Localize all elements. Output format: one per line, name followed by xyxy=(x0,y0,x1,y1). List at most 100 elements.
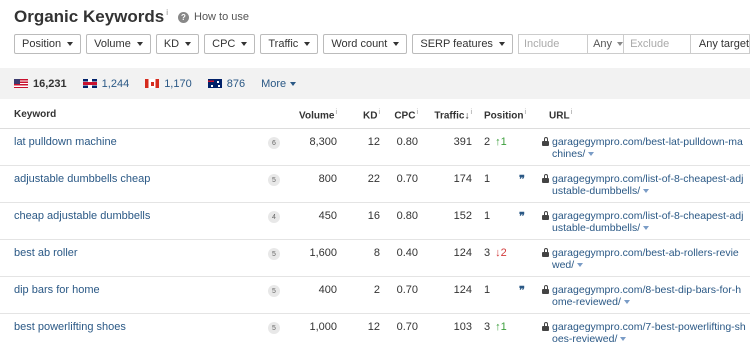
page-title: Organic Keywords xyxy=(14,7,165,26)
position-change: ↓2 xyxy=(495,246,507,259)
table-row: dip bars for home 5 400 2 0.70 124 1 ❞ garagegym… xyxy=(0,276,750,314)
position-cell: 1 xyxy=(472,165,519,203)
chevron-down-icon[interactable] xyxy=(588,151,595,156)
position-value: 2 xyxy=(484,135,491,148)
url-link[interactable]: garagegympro.com/list-of-8-cheapest-adju… xyxy=(552,210,743,234)
exclude-input[interactable]: Exclude xyxy=(624,34,691,54)
filter-cpc-button[interactable]: CPC xyxy=(204,34,256,54)
filter-traffic-button[interactable]: Traffic xyxy=(260,34,319,54)
cpc-cell: 0.70 xyxy=(380,165,418,203)
url-link[interactable]: garagegympro.com/list-of-8-cheapest-adju… xyxy=(552,173,743,197)
info-icon[interactable]: i xyxy=(378,109,380,116)
lock-icon xyxy=(542,321,549,331)
cpc-cell: 0.70 xyxy=(380,276,418,314)
filter-kd-button[interactable]: KD xyxy=(155,34,200,54)
info-icon[interactable]: i xyxy=(416,109,418,116)
any-target-select[interactable]: Any target xyxy=(690,34,750,54)
page-header: Organic Keywords i ? How to use xyxy=(14,6,249,28)
info-icon[interactable]: i xyxy=(335,109,337,116)
chevron-down-icon[interactable] xyxy=(643,225,650,230)
au-flag-icon xyxy=(207,79,222,88)
info-icon[interactable]: i xyxy=(470,109,472,116)
feature-cell xyxy=(519,313,538,350)
table-header-row: Keyword Volumei KDi CPCi Traffic↓i Posit… xyxy=(0,102,750,129)
url-link[interactable]: garagegympro.com/8-best-dip-bars-for-hom… xyxy=(552,284,741,308)
info-icon[interactable]: i xyxy=(571,109,573,116)
country-uk[interactable]: 1,244 xyxy=(82,77,130,90)
url-link[interactable]: garagegympro.com/best-lat-pulldown-machi… xyxy=(552,136,743,160)
chevron-down-icon xyxy=(67,42,74,46)
serp-count-badge[interactable]: 6 xyxy=(268,137,280,149)
chevron-down-icon[interactable] xyxy=(623,299,630,304)
position-value: 1 xyxy=(484,283,491,296)
cpc-column-header[interactable]: CPCi xyxy=(380,102,418,129)
filter-serp-features-button[interactable]: SERP features xyxy=(412,34,513,54)
chevron-down-icon[interactable] xyxy=(620,336,627,341)
position-column-header[interactable]: Positioni xyxy=(472,102,526,129)
chevron-down-icon xyxy=(136,42,143,46)
serp-count-badge[interactable]: 5 xyxy=(268,174,280,186)
serp-column-header xyxy=(268,102,295,129)
question-icon: ? xyxy=(178,11,189,23)
position-change: ↑1 xyxy=(495,135,507,148)
how-to-use-link[interactable]: ? How to use xyxy=(178,11,249,23)
filter-bar: Position Volume KD CPC Traffic Word coun… xyxy=(14,34,750,54)
serp-count-badge[interactable]: 5 xyxy=(268,285,280,297)
traffic-column-header[interactable]: Traffic↓i xyxy=(418,102,472,129)
chevron-down-icon xyxy=(304,42,311,46)
title-info-icon[interactable]: i xyxy=(166,8,168,17)
position-cell: 2 ↑1 xyxy=(472,128,519,166)
keyword-link[interactable]: adjustable dumbbells cheap xyxy=(14,173,150,185)
cpc-cell: 0.80 xyxy=(380,202,418,240)
volume-cell: 800 xyxy=(295,165,337,203)
chevron-down-icon xyxy=(241,42,248,46)
keyword-link[interactable]: best ab roller xyxy=(14,247,78,259)
keyword-link[interactable]: lat pulldown machine xyxy=(14,136,117,148)
url-cell: garagegympro.com/best-lat-pulldown-machi… xyxy=(538,128,750,166)
table-row: cheap adjustable dumbbells 4 450 16 0.80 152 1… xyxy=(0,202,750,240)
country-ca[interactable]: 1,170 xyxy=(145,78,192,90)
serp-count-badge[interactable]: 4 xyxy=(268,211,280,223)
country-count: 1,170 xyxy=(164,77,192,90)
volume-column-header[interactable]: Volumei xyxy=(295,102,337,129)
chevron-down-icon[interactable] xyxy=(643,188,650,193)
chevron-down-icon xyxy=(185,42,192,46)
more-countries-button[interactable]: More xyxy=(261,78,297,90)
country-us[interactable]: 16,231 xyxy=(14,78,67,90)
kd-cell: 16 xyxy=(337,202,380,240)
cpc-cell: 0.80 xyxy=(380,128,418,166)
url-column-header[interactable]: URLi xyxy=(538,102,750,129)
url-cell: garagegympro.com/7-best-powerlifting-sho… xyxy=(538,313,750,350)
feature-cell: ❞ xyxy=(519,202,538,240)
position-change: ↑1 xyxy=(495,320,507,333)
featured-snippet-icon: ❞ xyxy=(519,173,525,186)
info-icon[interactable]: i xyxy=(524,109,526,116)
serp-count-badge[interactable]: 5 xyxy=(268,248,280,260)
url-cell: garagegympro.com/list-of-8-cheapest-adju… xyxy=(538,202,750,240)
chevron-down-icon[interactable] xyxy=(577,262,584,267)
filter-volume-button[interactable]: Volume xyxy=(86,34,151,54)
us-flag-icon xyxy=(14,79,28,88)
include-input[interactable]: Include xyxy=(517,34,588,54)
kd-column-header[interactable]: KDi xyxy=(337,102,380,129)
url-link[interactable]: garagegympro.com/7-best-powerlifting-sho… xyxy=(552,321,746,345)
filter-position-button[interactable]: Position xyxy=(14,34,82,54)
keyword-link[interactable]: dip bars for home xyxy=(14,284,100,296)
chevron-down-icon xyxy=(498,42,505,46)
keyword-cell: adjustable dumbbells cheap xyxy=(0,165,268,203)
uk-flag-icon xyxy=(82,79,97,88)
country-count: 1,244 xyxy=(101,77,130,90)
match-any-select[interactable]: Any xyxy=(587,34,625,54)
serp-count-badge[interactable]: 5 xyxy=(268,322,280,334)
url-cell: garagegympro.com/best-ab-rollers-reviewe… xyxy=(538,239,750,277)
url-cell: garagegympro.com/8-best-dip-bars-for-hom… xyxy=(538,276,750,314)
keyword-link[interactable]: best powerlifting shoes xyxy=(14,321,126,333)
url-link[interactable]: garagegympro.com/best-ab-rollers-reviewe… xyxy=(552,247,739,271)
serp-cell: 5 xyxy=(268,239,295,277)
filter-word-count-button[interactable]: Word count xyxy=(323,34,408,54)
keyword-link[interactable]: cheap adjustable dumbbells xyxy=(14,210,150,222)
country-au[interactable]: 876 xyxy=(207,78,245,90)
lock-icon xyxy=(542,136,549,146)
table-row: best powerlifting shoes 5 1,000 12 0.70 103 3 ↑… xyxy=(0,313,750,350)
keyword-column-header[interactable]: Keyword xyxy=(0,102,268,129)
